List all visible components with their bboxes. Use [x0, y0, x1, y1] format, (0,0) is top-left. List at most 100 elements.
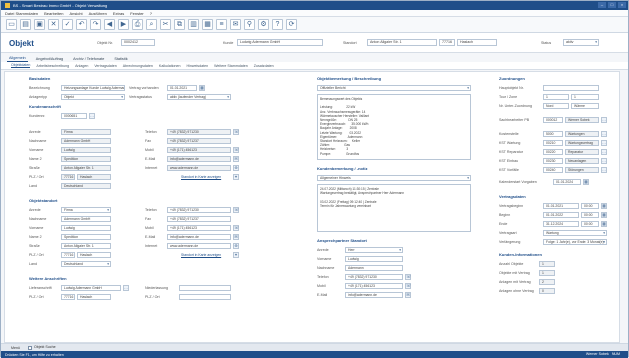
menu-ausfuehren[interactable]: Ausführen	[89, 11, 107, 16]
undo-icon[interactable]: ↶	[76, 19, 87, 30]
objekt-call-icon[interactable]: ☏	[233, 207, 239, 213]
ansprech-nachname-field[interactable]: Adermann	[345, 265, 403, 271]
beginn-time-field[interactable]: 00:00	[581, 212, 599, 218]
taskbar-objekt-suche[interactable]: Objekt Suche	[28, 345, 56, 350]
menu-bearbeiten[interactable]: Bearbeiten	[44, 11, 63, 16]
objekt-telefon-field[interactable]: +49 (7832) 971230	[167, 207, 231, 213]
verlaengerung-select[interactable]: Folge: 1 Jahr(e), vor Ende: 3 Monat(e)	[543, 239, 607, 245]
vertragsbeginn-time-field[interactable]: 00:00	[581, 203, 599, 209]
niederlassung-plz-field[interactable]	[179, 294, 231, 300]
menu-help[interactable]: ?	[150, 11, 152, 16]
menu-extras[interactable]: Extras	[113, 11, 124, 16]
calendar-icon[interactable]: ▦	[202, 19, 213, 30]
standort-ort-field[interactable]: Haslach	[457, 39, 497, 46]
weitere-plz-field[interactable]: 77716	[61, 294, 75, 300]
vertrag-datum-field[interactable]: 01.01.2021	[167, 85, 197, 91]
vertragsstatus-select[interactable]: aktiv (laufender Vertrag)	[167, 94, 231, 100]
forward-icon[interactable]: ▶	[118, 19, 129, 30]
objekt-land-select[interactable]: Deutschland	[61, 261, 111, 267]
kst-wartung-lookup-button[interactable]: …	[601, 140, 607, 146]
kunde-anrede-field[interactable]: Firma	[61, 129, 111, 135]
new-icon[interactable]: ▭	[6, 19, 17, 30]
menu-datei[interactable]: Datei Stammdaten	[5, 11, 38, 16]
objekt-mobil-field[interactable]: +49 (171) 456123	[167, 225, 231, 231]
kunde-mobile-icon[interactable]: ☏	[233, 147, 239, 153]
objekt-anrede-select[interactable]: Firma	[61, 207, 111, 213]
vertrag-calendar-button[interactable]: ▦	[199, 85, 205, 91]
weitere-ort-field[interactable]: Haslach	[77, 294, 111, 300]
ansprech-vorname-field[interactable]: Ludwig	[345, 256, 403, 262]
kundennr-lookup-button[interactable]: …	[89, 113, 95, 119]
objekt-nr-field[interactable]: 0002412	[121, 39, 155, 46]
kunde-call-icon[interactable]: ☏	[233, 129, 239, 135]
open-icon[interactable]: ▤	[20, 19, 31, 30]
objekt-karte-link[interactable]: Standort in Karte anzeigen	[181, 253, 221, 257]
vertragsart-select[interactable]: Wartung	[543, 230, 607, 236]
kst-reparatur-lookup-button[interactable]: …	[601, 149, 607, 155]
ende-date-field[interactable]: 31.12.2024	[543, 221, 579, 227]
kunde-nachname-field[interactable]: Adermann GmbH	[61, 138, 111, 144]
ansprech-call-icon[interactable]: ☏	[405, 274, 411, 280]
menu-ansicht[interactable]: Ansicht	[70, 11, 83, 16]
tour-field[interactable]: 1	[543, 94, 569, 100]
copy-icon[interactable]: ⧉	[174, 19, 185, 30]
menu-fenster[interactable]: Fenster	[130, 11, 144, 16]
objekt-mobile-icon[interactable]: ☏	[233, 225, 239, 231]
cut-icon[interactable]: ✂	[160, 19, 171, 30]
kunde-ort-field[interactable]: Haslach	[77, 174, 111, 180]
kunde-strasse-field[interactable]: Anton Allgaier Str. 1	[61, 165, 111, 171]
bezeichnung-field[interactable]: Heizungsanlage Kunde Ludwig Adermann	[61, 85, 125, 91]
sachbearbeiter-lookup-button[interactable]: …	[601, 117, 607, 123]
objekt-ort-field[interactable]: Haslach	[77, 252, 111, 258]
kunde-plz-field[interactable]: 77716	[61, 174, 75, 180]
subtab-anlagen[interactable]: Anlagen	[75, 64, 88, 68]
delete-icon[interactable]: ✕	[48, 19, 59, 30]
kunde-mobil-field[interactable]: +49 (171) 456123	[167, 147, 231, 153]
standort-street-field[interactable]: Anton Allgaier Str. 1	[367, 39, 437, 46]
kunde-mail-icon[interactable]: ✉	[233, 156, 239, 162]
ansprech-mobil-field[interactable]: +49 (171) 456123	[345, 283, 403, 289]
objektbemerkung-textarea[interactable]: Bemessungswert des Objekts Leistung: 22 …	[317, 94, 471, 160]
kalenderstart-calendar-button[interactable]: ▦	[583, 179, 589, 185]
subtab-kalkulationen[interactable]: Kalkulationen	[159, 64, 181, 68]
anlagentyp-select[interactable]: Objekt	[61, 94, 125, 100]
kunde-karte-link[interactable]: Standort in Karte anzeigen	[181, 175, 221, 179]
unterzuordnung-field-2[interactable]: Wärme	[571, 103, 599, 109]
objekt-web-icon[interactable]: ⊕	[233, 243, 239, 249]
objekt-mail-icon[interactable]: ✉	[233, 234, 239, 240]
print-icon[interactable]: ⎙	[132, 19, 143, 30]
tab-allgemein[interactable]: Allgemein	[7, 55, 28, 62]
objekt-map-icon[interactable]: ⌖	[233, 252, 239, 258]
kst-einbau-lookup-button[interactable]: …	[601, 158, 607, 164]
kostenstelle-lookup-button[interactable]: …	[601, 131, 607, 137]
kundenbemerkung-textarea[interactable]: 24.07.2022 (Mittwoch) 11:30:15 | Zentral…	[317, 184, 471, 232]
ansprech-email-field[interactable]: info@adermann.de	[345, 292, 403, 298]
attach-icon[interactable]: ⚲	[244, 19, 255, 30]
kunde-internet-field[interactable]: www.adermann.de	[167, 165, 231, 171]
kundenbemerkung-type-select[interactable]: Allgemeiner Hinweis	[317, 175, 471, 181]
kunde-email-field[interactable]: info@adermann.de	[167, 156, 231, 162]
kundennr-field[interactable]: 0000651	[61, 113, 87, 119]
help-icon[interactable]: ?	[272, 19, 283, 30]
redo-icon[interactable]: ↷	[90, 19, 101, 30]
kalenderstart-field[interactable]: 01.01.2024	[553, 179, 581, 185]
kunde-field[interactable]: Ludwig Adermann GmbH	[237, 39, 323, 46]
zone-field[interactable]: 1	[571, 94, 599, 100]
subtab-objektdaten[interactable]: Objektdaten	[11, 63, 31, 68]
niederlassung-field[interactable]	[179, 285, 231, 291]
kst-einbau-nr-field[interactable]: 00230	[543, 158, 563, 164]
kst-wartung-nr-field[interactable]: 00210	[543, 140, 563, 146]
kst-vorfaelle-nr-field[interactable]: 00240	[543, 167, 563, 173]
status-select[interactable]: aktiv	[563, 39, 599, 46]
ansprech-telefon-field[interactable]: +49 (7832) 971230	[345, 274, 403, 280]
lieferanschrift-field[interactable]: Ludwig Adermann GmbH	[61, 285, 121, 291]
objekt-name2-field[interactable]: Spedition	[61, 234, 111, 240]
ende-time-field[interactable]: 00:00	[581, 221, 599, 227]
subtab-hinweisdaten[interactable]: Hinweisdaten	[187, 64, 209, 68]
paste-icon[interactable]: ▥	[188, 19, 199, 30]
objekt-internet-field[interactable]: www.adermann.de	[167, 243, 231, 249]
kunde-map-icon[interactable]: ⌖	[233, 174, 239, 180]
ansprech-mail-icon[interactable]: ✉	[405, 292, 411, 298]
objekt-strasse-field[interactable]: Anton Allgaier Str. 1	[61, 243, 111, 249]
kunde-telefon-field[interactable]: +49 (7832) 971230	[167, 129, 231, 135]
